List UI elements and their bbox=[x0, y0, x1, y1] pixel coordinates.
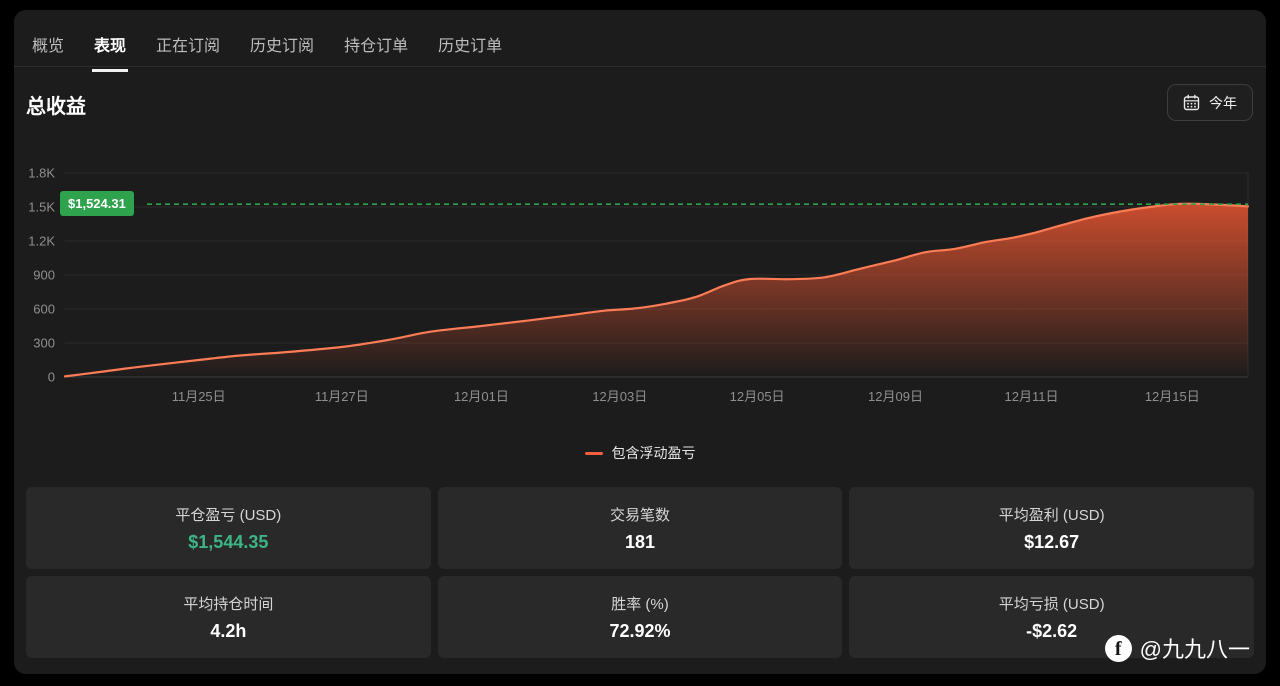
tab-divider bbox=[14, 66, 1266, 67]
svg-text:1.8K: 1.8K bbox=[28, 166, 55, 181]
stat-card-trade-count: 交易笔数 181 bbox=[437, 487, 843, 569]
stat-label: 胜率 (%) bbox=[611, 595, 669, 613]
svg-text:12月09日: 12月09日 bbox=[868, 389, 923, 404]
svg-text:600: 600 bbox=[33, 302, 55, 317]
svg-text:11月25日: 11月25日 bbox=[172, 389, 226, 404]
svg-text:12月15日: 12月15日 bbox=[1145, 389, 1200, 404]
svg-text:12月05日: 12月05日 bbox=[730, 389, 785, 404]
performance-panel: 概览 表现 正在订阅 历史订阅 持仓订单 历史订单 总收益 今年 0 300 6… bbox=[14, 10, 1266, 674]
svg-text:11月27日: 11月27日 bbox=[315, 389, 369, 404]
svg-text:300: 300 bbox=[33, 336, 55, 351]
screen: 概览 表现 正在订阅 历史订阅 持仓订单 历史订单 总收益 今年 0 300 6… bbox=[0, 0, 1280, 686]
stat-value: $1,544.35 bbox=[188, 531, 269, 552]
stat-label: 平仓盈亏 (USD) bbox=[175, 506, 282, 524]
peak-value-badge: $1,524.31 bbox=[60, 191, 134, 216]
stats-grid: 平仓盈亏 (USD) $1,544.35 交易笔数 181 平均盈利 (USD)… bbox=[26, 487, 1254, 658]
legend-label: 包含浮动盈亏 bbox=[611, 445, 696, 461]
stat-label: 平均亏损 (USD) bbox=[998, 595, 1105, 613]
svg-text:12月01日: 12月01日 bbox=[454, 389, 509, 404]
stat-label: 平均盈利 (USD) bbox=[998, 506, 1105, 524]
watermark-handle: @九九八一 bbox=[1139, 637, 1250, 662]
stat-card-avg-profit: 平均盈利 (USD) $12.67 bbox=[849, 487, 1254, 569]
stat-value: -$2.62 bbox=[1026, 620, 1078, 641]
total-profit-chart[interactable]: 0 300 600 900 1.2K 1.5K 1.8K 11月25日 11月27日 12月01日… bbox=[14, 160, 1266, 415]
legend-dash-icon bbox=[584, 451, 603, 455]
stat-card-win-rate: 胜率 (%) 72.92% bbox=[437, 576, 843, 658]
svg-text:12月03日: 12月03日 bbox=[592, 389, 647, 404]
profit-area-chart: 0 300 600 900 1.2K 1.5K 1.8K 11月25日 11月27日 12月01日… bbox=[28, 166, 1250, 404]
svg-text:900: 900 bbox=[33, 268, 55, 283]
stat-value: 181 bbox=[624, 531, 656, 552]
facebook-icon: f bbox=[1104, 634, 1132, 662]
svg-text:12月11日: 12月11日 bbox=[1005, 389, 1059, 404]
chart-legend[interactable]: 包含浮动盈亏 bbox=[14, 443, 1266, 463]
svg-text:0: 0 bbox=[48, 370, 55, 385]
date-range-label: 今年 bbox=[1209, 94, 1237, 111]
svg-text:1.5K: 1.5K bbox=[28, 200, 55, 215]
stat-label: 平均持仓时间 bbox=[183, 595, 274, 613]
page-title: 总收益 bbox=[26, 96, 86, 118]
svg-text:1.2K: 1.2K bbox=[28, 234, 55, 249]
stat-value: 4.2h bbox=[210, 620, 247, 641]
date-range-button[interactable]: 今年 bbox=[1167, 84, 1253, 121]
calendar-icon bbox=[1183, 94, 1200, 111]
stat-card-avg-hold-time: 平均持仓时间 4.2h bbox=[26, 576, 431, 658]
stat-value: 72.92% bbox=[609, 620, 671, 641]
stat-card-closed-pnl: 平仓盈亏 (USD) $1,544.35 bbox=[26, 487, 431, 569]
stat-value: $12.67 bbox=[1024, 531, 1080, 552]
stat-label: 交易笔数 bbox=[609, 506, 670, 524]
watermark: f @九九八一 bbox=[1104, 632, 1250, 664]
